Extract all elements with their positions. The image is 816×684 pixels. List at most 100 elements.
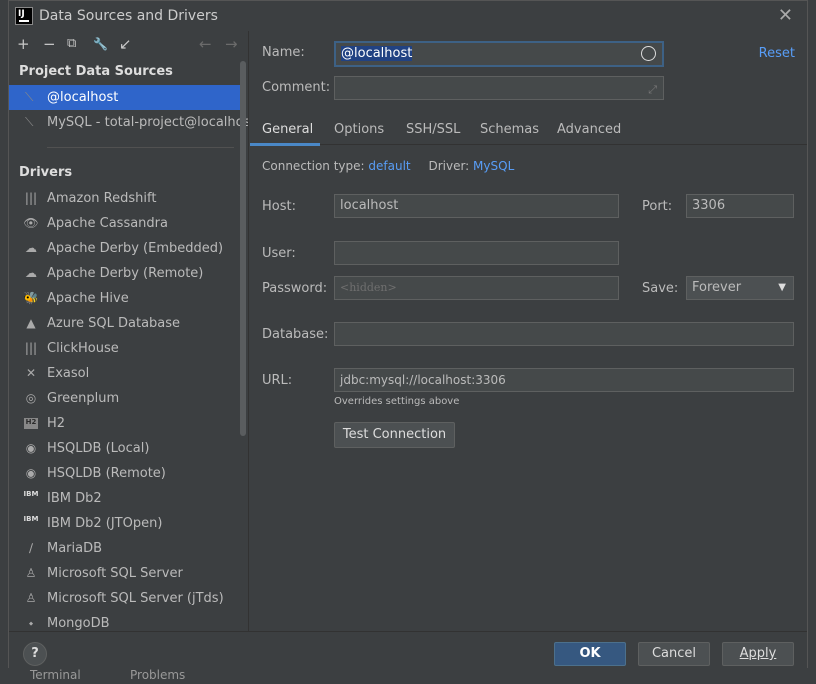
- forward-arrow-icon[interactable]: →: [225, 35, 238, 53]
- url-field[interactable]: jdbc:mysql://localhost:3306: [334, 368, 794, 392]
- wrench-icon[interactable]: 🔧: [93, 35, 108, 53]
- driver-label: Apache Derby (Embedded): [47, 241, 224, 256]
- driver-label: H2: [47, 416, 66, 431]
- datasource-settings-panel: Name: @localhost Reset Comment: ⤢ Genera…: [250, 31, 807, 631]
- save-dropdown[interactable]: Forever ▼: [686, 276, 794, 300]
- host-field[interactable]: localhost: [334, 194, 619, 218]
- password-label: Password:: [262, 281, 328, 296]
- name-field[interactable]: @localhost: [334, 41, 664, 67]
- expand-icon[interactable]: ⤢: [648, 79, 657, 101]
- import-icon[interactable]: ↙: [119, 35, 132, 53]
- database-label: Database:: [262, 327, 329, 342]
- database-field[interactable]: [334, 322, 794, 346]
- driver-label-text: Driver:: [428, 159, 470, 173]
- driver-item-greenplum[interactable]: ◎ Greenplum: [9, 386, 248, 411]
- duplicate-icon[interactable]: ⧉: [67, 35, 76, 53]
- background-app-left-edge: [0, 0, 8, 684]
- driver-label: Greenplum: [47, 391, 120, 406]
- driver-item-mongodb[interactable]: ⬩ MongoDB: [9, 611, 248, 631]
- driver-item-hsqldb-local[interactable]: ◉ HSQLDB (Local): [9, 436, 248, 461]
- derby-icon: ☁: [25, 266, 37, 280]
- driver-label: Apache Cassandra: [47, 216, 168, 231]
- connection-type-row: Connection type: default Driver: MySQL: [262, 159, 514, 173]
- sidebar-scrollbar[interactable]: [240, 61, 246, 436]
- driver-item-exasol[interactable]: ✕ Exasol: [9, 361, 248, 386]
- driver-label: IBM Db2 (JTOpen): [47, 516, 163, 531]
- dialog-titlebar: IJ Data Sources and Drivers ✕: [9, 1, 807, 31]
- user-field[interactable]: [334, 241, 619, 265]
- driver-item-mariadb[interactable]: ∕ MariaDB: [9, 536, 248, 561]
- test-connection-button[interactable]: Test Connection: [334, 422, 455, 448]
- driver-item-clickhouse[interactable]: ||| ClickHouse: [9, 336, 248, 361]
- driver-item-apache-derby-remote[interactable]: ☁ Apache Derby (Remote): [9, 261, 248, 286]
- tab-advanced[interactable]: Advanced: [557, 122, 621, 137]
- apply-button[interactable]: Apply: [722, 642, 794, 666]
- cancel-button[interactable]: Cancel: [638, 642, 710, 666]
- driver-item-apache-hive[interactable]: 🐝 Apache Hive: [9, 286, 248, 311]
- name-field-value: @localhost: [341, 46, 413, 61]
- datasource-label: MySQL - total-project@localhost: [47, 115, 249, 130]
- driver-item-ibm-db2[interactable]: IBM IBM Db2: [9, 486, 248, 511]
- sql-server-icon: ♙: [25, 566, 37, 580]
- url-label: URL:: [262, 373, 293, 388]
- add-icon[interactable]: +: [17, 35, 30, 53]
- host-label: Host:: [262, 199, 296, 214]
- reset-link[interactable]: Reset: [759, 46, 795, 61]
- mariadb-icon: ∕: [28, 541, 34, 555]
- exasol-icon: ✕: [25, 366, 37, 380]
- driver-label: Amazon Redshift: [47, 191, 157, 206]
- save-label: Save:: [642, 281, 679, 296]
- driver-label: Microsoft SQL Server: [47, 566, 183, 581]
- h2-icon: H2: [24, 418, 38, 429]
- comment-field[interactable]: ⤢: [334, 76, 664, 100]
- background-app-right-edge: [808, 0, 816, 684]
- data-sources-sidebar: + − ⧉ 🔧 ↙ ← → Project Data Sources ⟍ @lo…: [9, 31, 249, 631]
- close-icon[interactable]: ✕: [778, 5, 793, 26]
- password-field[interactable]: <hidden>: [334, 276, 619, 300]
- tab-general[interactable]: General: [262, 122, 313, 137]
- ibm-db2-icon: IBM: [23, 515, 39, 523]
- driver-item-apache-derby-embedded[interactable]: ☁ Apache Derby (Embedded): [9, 236, 248, 261]
- dialog-title: Data Sources and Drivers: [39, 8, 218, 24]
- driver-item-azure-sql-database[interactable]: ▲ Azure SQL Database: [9, 311, 248, 336]
- remove-icon[interactable]: −: [43, 35, 56, 53]
- driver-item-microsoft-sql-server-jtds[interactable]: ♙ Microsoft SQL Server (jTds): [9, 586, 248, 611]
- circle-icon[interactable]: [641, 46, 656, 61]
- driver-item-apache-cassandra[interactable]: 👁 Apache Cassandra: [9, 211, 248, 236]
- datasource-icon: ⟍: [25, 90, 34, 104]
- ok-button[interactable]: OK: [554, 642, 626, 666]
- sidebar-divider: [47, 147, 234, 148]
- datasource-item-mysql-total-project[interactable]: ⟍ MySQL - total-project@localhost: [9, 110, 248, 135]
- help-button[interactable]: ?: [23, 642, 47, 666]
- driver-item-h2[interactable]: H2 H2: [9, 411, 248, 436]
- back-arrow-icon[interactable]: ←: [199, 35, 212, 53]
- name-label: Name:: [262, 45, 305, 60]
- ibm-db2-icon: IBM: [23, 490, 39, 498]
- datasource-item-localhost[interactable]: ⟍ @localhost: [9, 85, 240, 110]
- driver-item-amazon-redshift[interactable]: ||| Amazon Redshift: [9, 186, 248, 211]
- tab-schemas[interactable]: Schemas: [480, 122, 539, 137]
- driver-link[interactable]: MySQL: [473, 159, 514, 173]
- driver-item-hsqldb-remote[interactable]: ◉ HSQLDB (Remote): [9, 461, 248, 486]
- hsqldb-icon: ◉: [25, 466, 37, 480]
- driver-label: IBM Db2: [47, 491, 102, 506]
- project-data-sources-heading: Project Data Sources: [19, 64, 173, 79]
- driver-label: MariaDB: [47, 541, 103, 556]
- port-label: Port:: [642, 199, 673, 214]
- tab-ssh-ssl[interactable]: SSH/SSL: [406, 122, 460, 137]
- driver-item-ibm-db2-jtopen[interactable]: IBM IBM Db2 (JTOpen): [9, 511, 248, 536]
- tab-options[interactable]: Options: [334, 122, 384, 137]
- user-label: User:: [262, 246, 296, 261]
- driver-item-microsoft-sql-server[interactable]: ♙ Microsoft SQL Server: [9, 561, 248, 586]
- driver-label: Apache Hive: [47, 291, 129, 306]
- background-tab-problems: Problems: [130, 668, 186, 682]
- port-field[interactable]: 3306: [686, 194, 794, 218]
- hsqldb-icon: ◉: [25, 441, 37, 455]
- background-tab-terminal: Terminal: [30, 668, 81, 682]
- clickhouse-icon: |||: [24, 341, 38, 355]
- intellij-app-icon: IJ: [15, 7, 33, 25]
- driver-label: ClickHouse: [47, 341, 119, 356]
- greenplum-icon: ◎: [25, 391, 37, 405]
- connection-type-link[interactable]: default: [368, 159, 410, 173]
- driver-label: HSQLDB (Local): [47, 441, 150, 456]
